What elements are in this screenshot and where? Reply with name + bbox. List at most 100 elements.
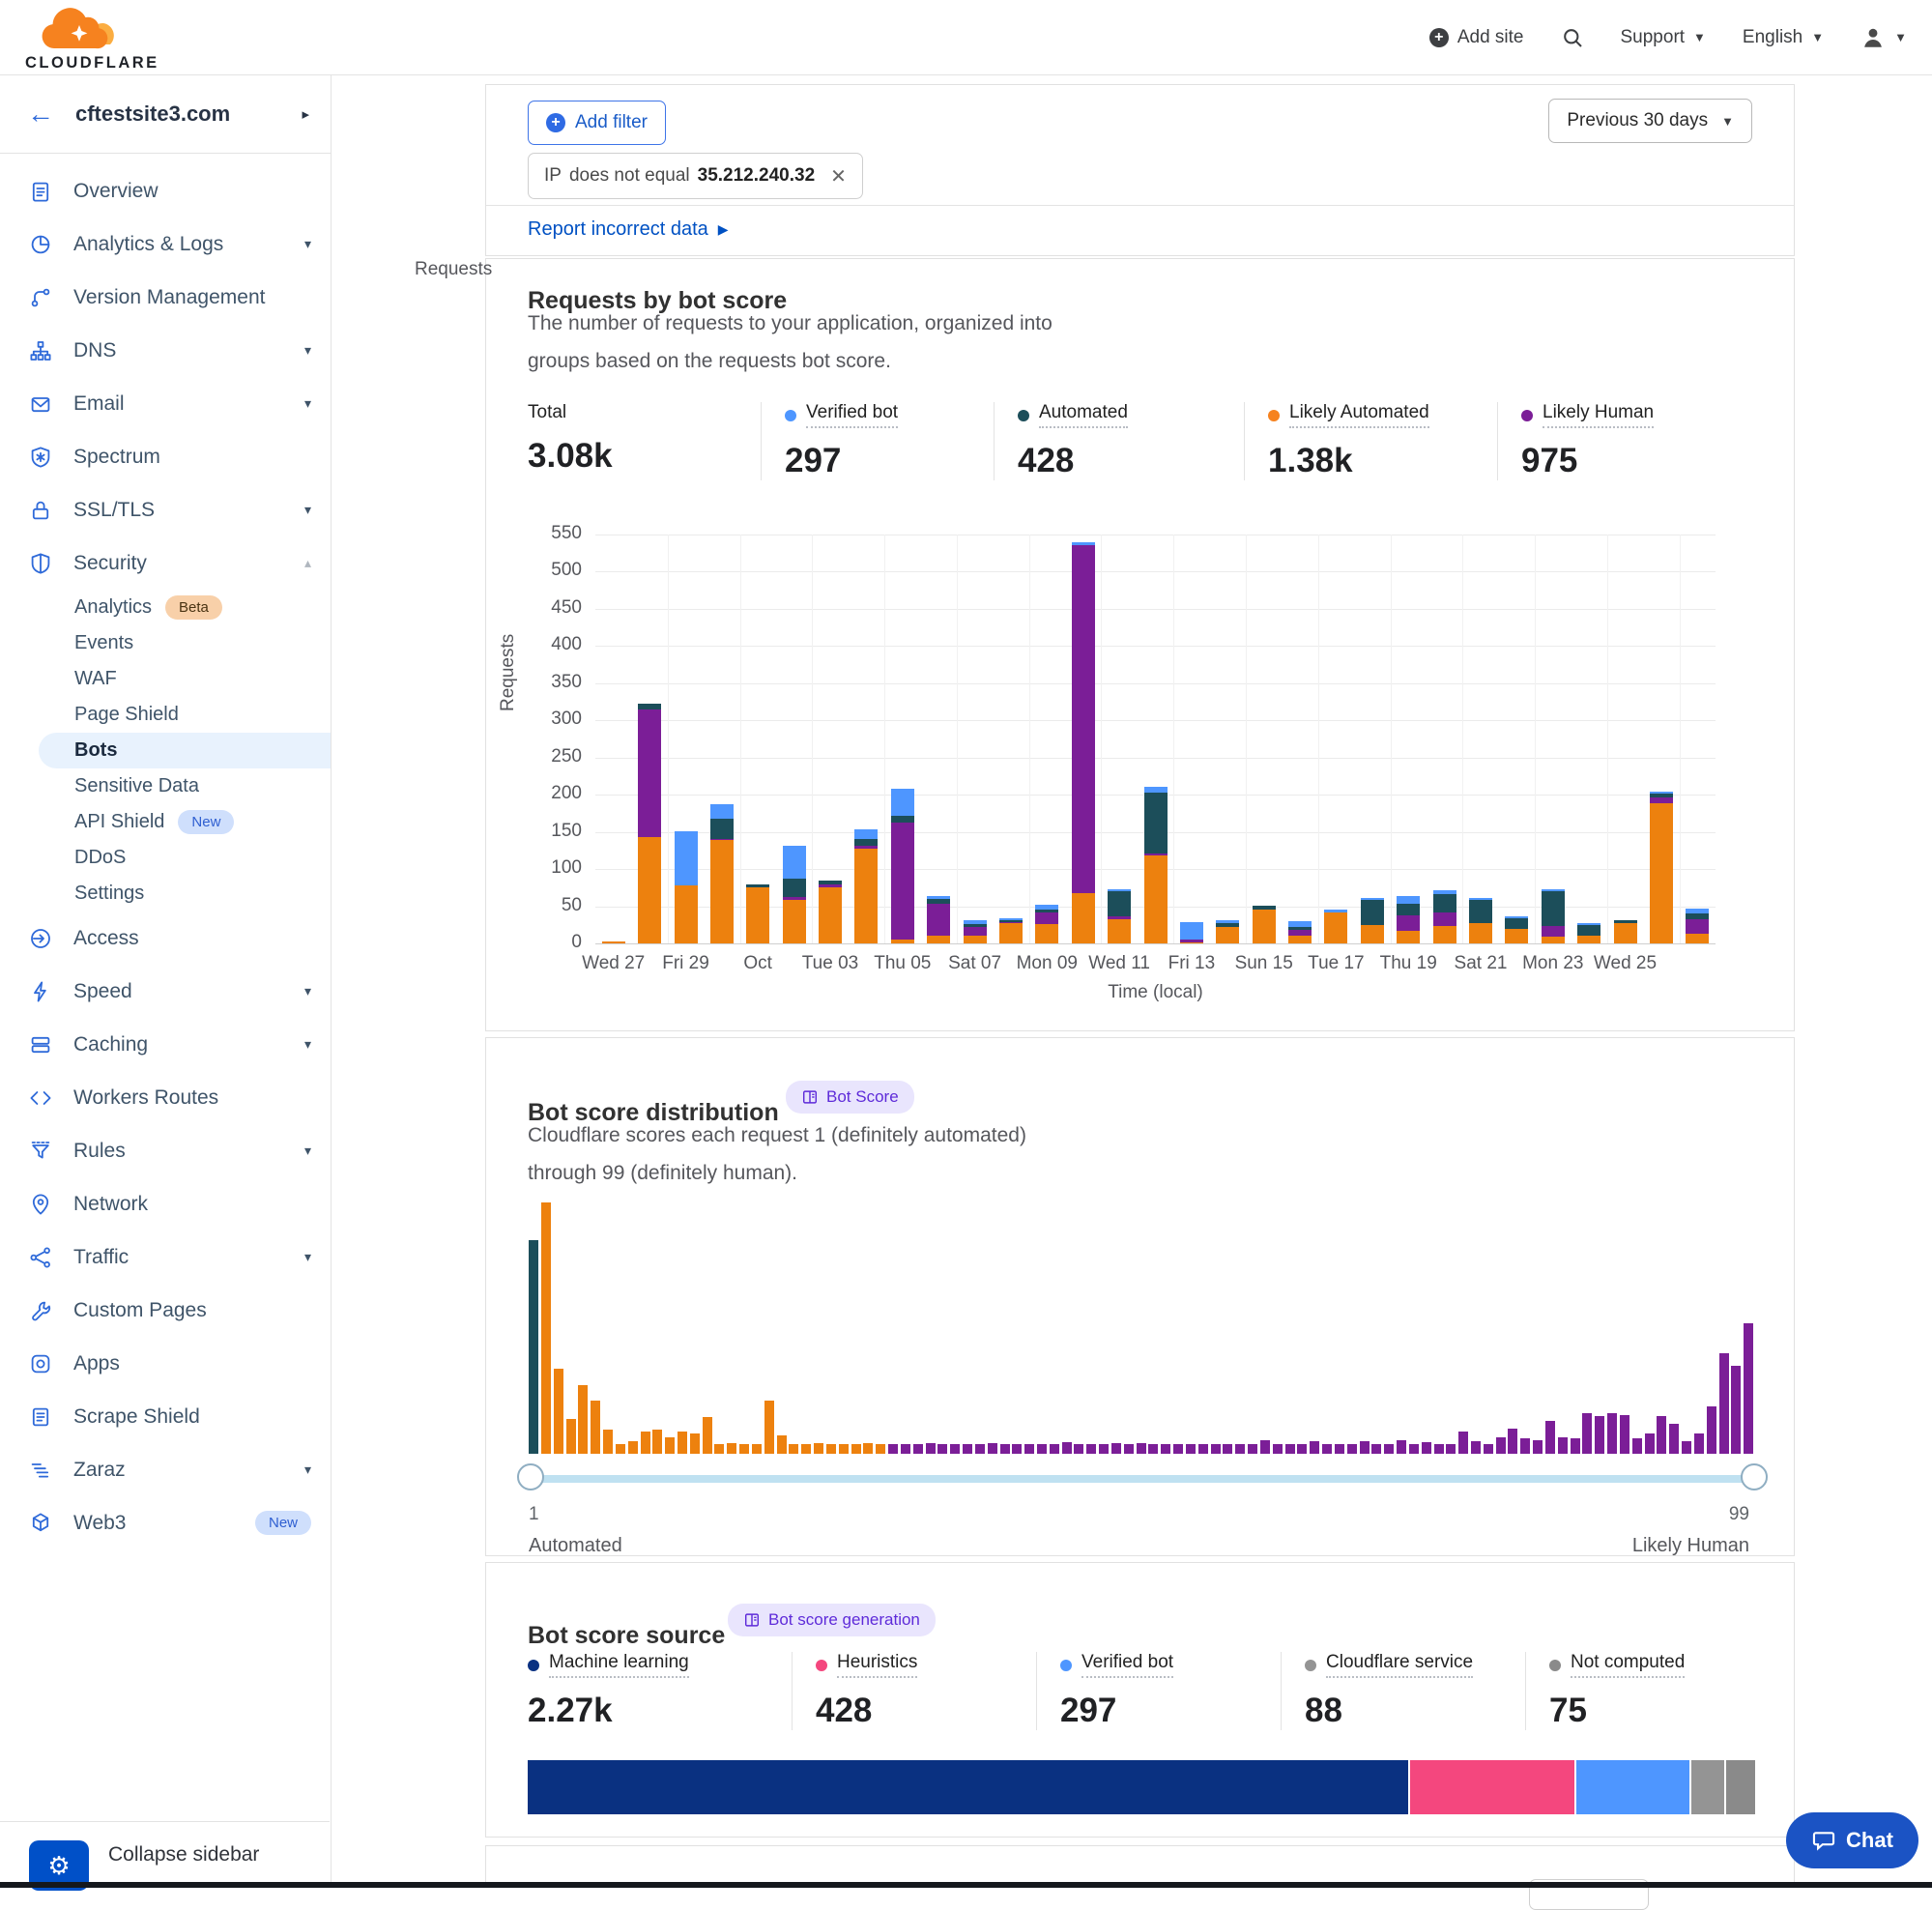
workers-routes-icon	[29, 1086, 52, 1110]
sidebar-item-label: Settings	[74, 883, 144, 905]
site-name[interactable]: cftestsite3.com	[75, 101, 302, 127]
stacked-bar-segment-verified-bot	[675, 831, 698, 885]
sidebar-item-version-management[interactable]: Version Management	[0, 271, 331, 324]
bot-score-generation-badge[interactable]: Bot score generation	[728, 1604, 936, 1636]
sidebar-item-page-shield[interactable]: Page Shield	[0, 697, 331, 733]
stat-label[interactable]: Cloudflare service	[1326, 1652, 1473, 1678]
stacked-bar-segment-likely-human	[783, 897, 806, 900]
chevron-right-icon: ▶	[718, 221, 729, 238]
sidebar-item-web3[interactable]: Web3New	[0, 1496, 331, 1549]
sidebar-item-settings[interactable]: Settings	[0, 876, 331, 912]
score-range-slider[interactable]	[529, 1475, 1756, 1483]
close-icon[interactable]: ✕	[830, 164, 847, 188]
distribution-bar	[1186, 1444, 1196, 1454]
chat-bubble-icon	[1811, 1828, 1836, 1853]
sidebar-item-caching[interactable]: Caching▾	[0, 1018, 331, 1071]
stat-label[interactable]: Not computed	[1571, 1652, 1685, 1678]
stacked-bar-segment-verified-bot	[891, 789, 914, 816]
language-menu[interactable]: English ▼	[1743, 27, 1824, 48]
add-site-button[interactable]: + Add site	[1429, 27, 1524, 48]
report-incorrect-data-label: Report incorrect data	[528, 218, 708, 241]
sidebar-item-ssl-tls[interactable]: SSL/TLS▾	[0, 483, 331, 536]
distribution-bar	[554, 1369, 563, 1454]
stacked-bar-segment-automated	[1288, 927, 1312, 930]
spectrum-icon	[29, 446, 52, 469]
report-incorrect-data-link[interactable]: Report incorrect data ▶	[528, 218, 729, 241]
sidebar-item-scrape-shield[interactable]: Scrape Shield	[0, 1390, 331, 1443]
stacked-bar-segment-likely-automated	[1072, 893, 1095, 943]
date-range-dropdown[interactable]: Previous 30 days ▼	[1548, 99, 1752, 143]
sidebar-item-email[interactable]: Email▾	[0, 377, 331, 430]
distribution-bar	[714, 1444, 724, 1454]
sidebar-item-security[interactable]: Security▴	[0, 536, 331, 590]
sidebar-item-label: SSL/TLS	[73, 499, 297, 522]
stat-value: 297	[785, 442, 974, 480]
bot-score-source-card: Bot score source Bot score generation Ma…	[485, 1562, 1795, 1838]
network-icon	[29, 1193, 52, 1216]
filter-chip[interactable]: IP does not equal 35.212.240.32 ✕	[528, 153, 863, 199]
sidebar-item-analytics[interactable]: AnalyticsBeta	[0, 590, 331, 625]
sidebar-item-sensitive-data[interactable]: Sensitive Data	[0, 768, 331, 804]
sidebar-item-workers-routes[interactable]: Workers Routes	[0, 1071, 331, 1124]
slider-max-value: 99	[1729, 1504, 1749, 1525]
stacked-bar-segment-likely-human	[1288, 930, 1312, 936]
sidebar-item-bots[interactable]: Bots	[39, 733, 331, 768]
stacked-bar-segment-verified-bot	[964, 920, 987, 924]
bot-score-badge[interactable]: Bot Score	[786, 1081, 914, 1114]
stat-label[interactable]: Machine learning	[549, 1652, 689, 1678]
sidebar-item-analytics-logs[interactable]: Analytics & Logs▾	[0, 217, 331, 271]
search-button[interactable]	[1561, 26, 1584, 49]
stat-label[interactable]: Likely Human	[1543, 402, 1654, 428]
stat-value: 975	[1521, 442, 1714, 480]
y-tick-label: 250	[524, 746, 582, 767]
stacked-bar-segment-likely-automated	[891, 940, 914, 943]
sidebar-item-events[interactable]: Events	[0, 625, 331, 661]
apps-icon	[29, 1352, 52, 1375]
cloudflare-logo[interactable]: CLOUDFLARE	[17, 4, 162, 73]
stat-label[interactable]: Heuristics	[837, 1652, 917, 1678]
slider-handle-max[interactable]	[1741, 1463, 1768, 1490]
distribution-bar	[789, 1444, 798, 1454]
sidebar-item-traffic[interactable]: Traffic▾	[0, 1230, 331, 1284]
support-menu[interactable]: Support ▼	[1621, 27, 1706, 48]
sidebar-item-overview[interactable]: Overview	[0, 164, 331, 217]
sidebar-item-apps[interactable]: Apps	[0, 1337, 331, 1390]
stacked-bar-segment-likely-automated	[854, 849, 878, 943]
account-menu[interactable]: ▼	[1860, 25, 1907, 50]
stacked-bar-segment-verified-bot	[1686, 909, 1709, 913]
analytics-logs-icon	[29, 233, 52, 256]
speed-icon	[29, 980, 52, 1003]
distribution-bar	[1508, 1429, 1517, 1454]
sidebar-item-dns[interactable]: DNS▾	[0, 324, 331, 377]
sidebar-item-access[interactable]: Access	[0, 912, 331, 965]
likely-human-legend-dot	[1521, 410, 1533, 421]
back-arrow-icon[interactable]: ←	[27, 101, 54, 128]
distribution-bar	[665, 1437, 675, 1454]
chevron-right-icon[interactable]: ▸	[302, 105, 309, 123]
stat-value: 75	[1549, 1692, 1733, 1730]
sidebar-item-speed[interactable]: Speed▾	[0, 965, 331, 1018]
caching-icon	[29, 1033, 52, 1056]
stat-label[interactable]: Likely Automated	[1289, 402, 1429, 428]
stacked-bar-segment-automated	[1577, 925, 1600, 937]
stat-label[interactable]: Verified bot	[1081, 1652, 1173, 1678]
sidebar-item-network[interactable]: Network	[0, 1177, 331, 1230]
stat-label[interactable]: Automated	[1039, 402, 1128, 428]
sidebar-item-zaraz[interactable]: Zaraz▾	[0, 1443, 331, 1496]
chat-button[interactable]: Chat	[1786, 1812, 1918, 1868]
slider-handle-min[interactable]	[517, 1463, 544, 1490]
sidebar-item-label: Page Shield	[74, 704, 179, 726]
sidebar-item-custom-pages[interactable]: Custom Pages	[0, 1284, 331, 1337]
sidebar-item-rules[interactable]: Rules▾	[0, 1124, 331, 1177]
distribution-bar	[1310, 1441, 1319, 1454]
stacked-bar-segment-likely-automated	[1614, 923, 1637, 944]
stat-label[interactable]: Verified bot	[806, 402, 898, 428]
gridline	[1173, 535, 1174, 943]
sidebar-item-api-shield[interactable]: API ShieldNew	[0, 804, 331, 840]
sidebar-item-spectrum[interactable]: Spectrum	[0, 430, 331, 483]
sidebar-item-ddos[interactable]: DDoS	[0, 840, 331, 876]
sidebar-item-waf[interactable]: WAF	[0, 661, 331, 697]
stacked-bar-segment-likely-human	[927, 904, 950, 935]
add-filter-button[interactable]: + Add filter	[528, 101, 666, 145]
plus-icon: +	[546, 113, 565, 132]
